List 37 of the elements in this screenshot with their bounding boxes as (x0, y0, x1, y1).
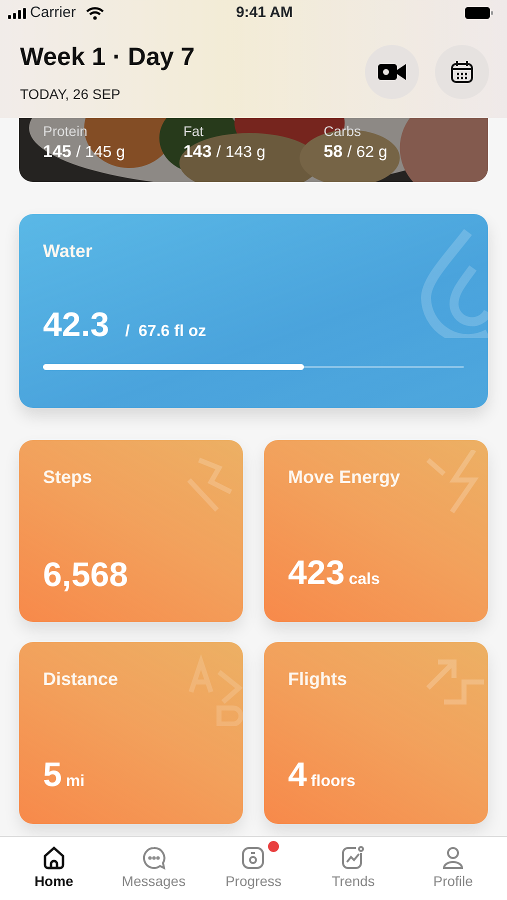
macro-label: Fat (183, 124, 205, 140)
macro-label: Carbs (324, 124, 362, 140)
macro-value: 143 / 143 g (183, 141, 266, 164)
camera-icon (240, 845, 266, 871)
stat-unit: floors (310, 772, 356, 792)
page-title: Week 1 · Day 7 (20, 42, 195, 73)
water-target: / 67.6 fl oz (125, 322, 206, 342)
stat-value: 5 (43, 758, 62, 792)
date-subtitle: TODAY, 26 SEP (20, 85, 122, 104)
battery-icon (465, 7, 493, 19)
home-tab[interactable]: Home (4, 837, 104, 900)
card-title: Steps (43, 466, 94, 489)
video-camera-icon (378, 63, 406, 81)
water-amount: 42.3 (43, 308, 110, 342)
chart-icon (340, 845, 366, 871)
profile-tab[interactable]: Profile (403, 837, 503, 900)
card-title: Water (43, 240, 94, 263)
progress-tab[interactable]: Progress (204, 837, 304, 900)
wifi-icon (86, 6, 104, 20)
stat-unit: cals (348, 570, 380, 590)
macro-value: 58 / 62 g (324, 141, 388, 164)
carrier-name: Carrier (30, 2, 76, 23)
water-drop-icon (418, 228, 488, 338)
stat-value: 6,568 (43, 558, 128, 592)
card-title: Distance (43, 668, 120, 691)
chat-bubble-icon (140, 845, 167, 871)
card-title: Move Energy (288, 466, 402, 489)
messages-tab[interactable]: Messages (104, 837, 204, 900)
stat-value: 4 (288, 758, 307, 792)
stat-value: 423 (288, 556, 345, 590)
card-title: Flights (288, 668, 348, 691)
stat-unit: mi (66, 772, 85, 792)
trends-tab[interactable]: Trends (303, 837, 404, 900)
clock-time: 9:41 AM (236, 2, 293, 23)
macro-value: 145 / 145 g (43, 141, 126, 164)
calendar-icon (450, 60, 474, 84)
signal-icon (8, 8, 26, 18)
